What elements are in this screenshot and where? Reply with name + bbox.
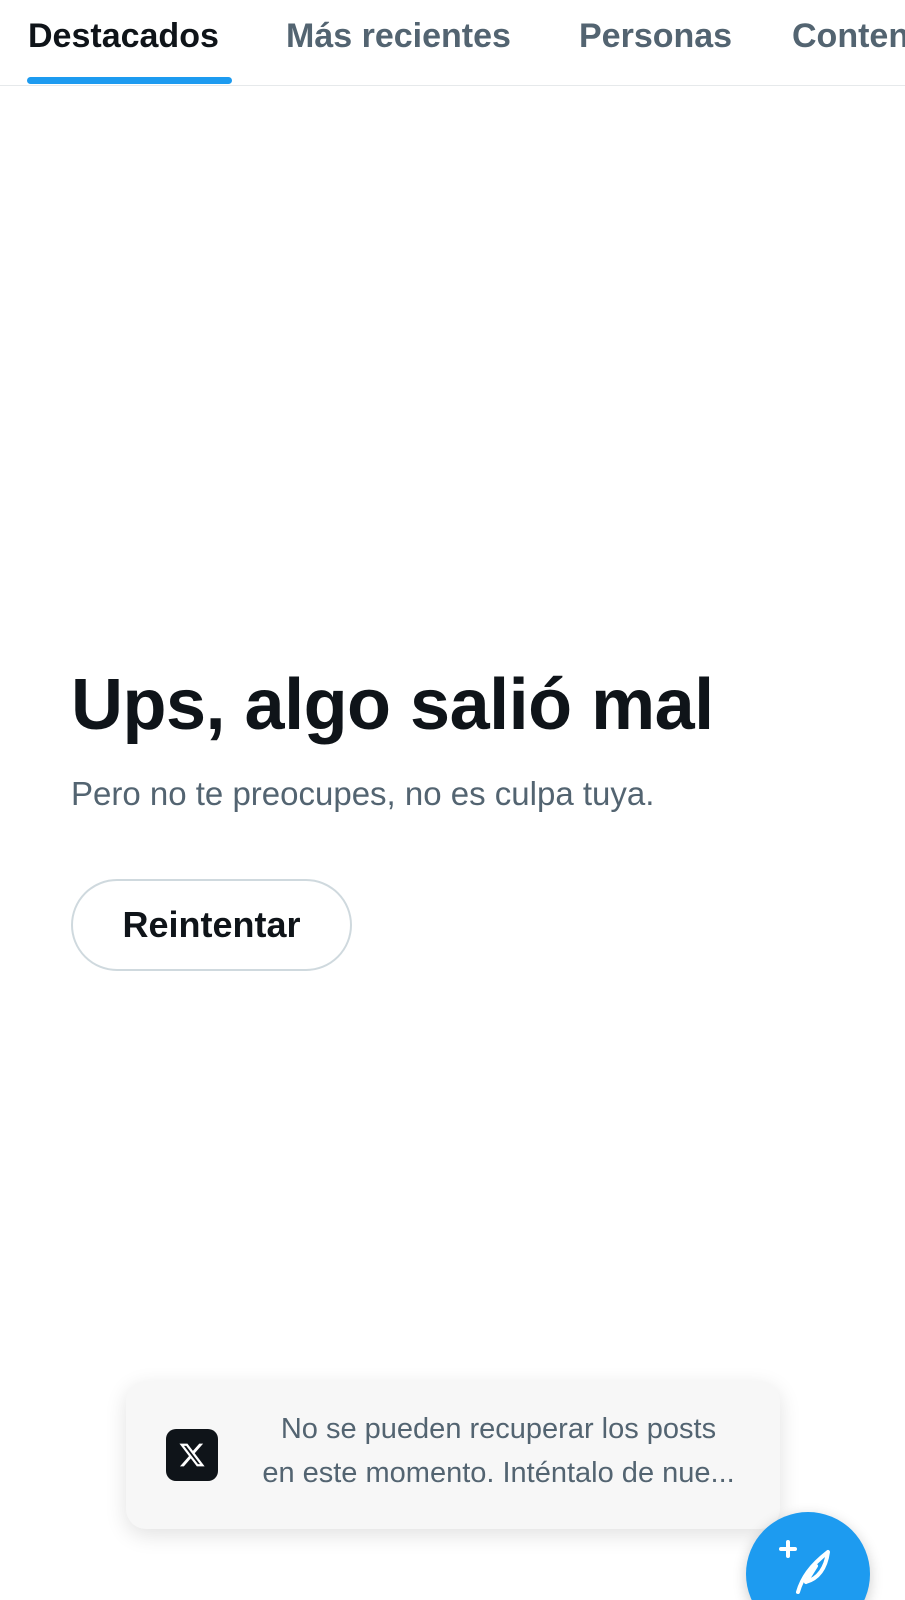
retry-button[interactable]: Reintentar bbox=[71, 879, 352, 971]
search-tabs: Destacados Más recientes Personas Conten bbox=[0, 0, 905, 86]
tab-personas[interactable]: Personas bbox=[579, 0, 732, 85]
toast-message-line: en este momento. Inténtalo de nue... bbox=[262, 1457, 735, 1489]
tab-destacados[interactable]: Destacados bbox=[28, 0, 219, 85]
error-toast: No se pueden recuperar los posts en este… bbox=[126, 1381, 780, 1529]
compose-post-icon bbox=[779, 1540, 830, 1594]
error-subtitle: Pero no te preocupes, no es culpa tuya. bbox=[71, 775, 655, 812]
toast-message-line: No se pueden recuperar los posts bbox=[280, 1413, 717, 1445]
x-logo-icon bbox=[166, 1429, 218, 1481]
tab-contenido[interactable]: Conten bbox=[792, 0, 905, 85]
tab-mas-recientes[interactable]: Más recientes bbox=[286, 0, 511, 85]
search-results-page: Destacados Más recientes Personas Conten… bbox=[0, 0, 905, 1600]
active-tab-indicator bbox=[27, 77, 232, 84]
error-title: Ups, algo salió mal bbox=[71, 665, 714, 745]
toast-message: No se pueden recuperar los posts en este… bbox=[241, 1407, 756, 1495]
